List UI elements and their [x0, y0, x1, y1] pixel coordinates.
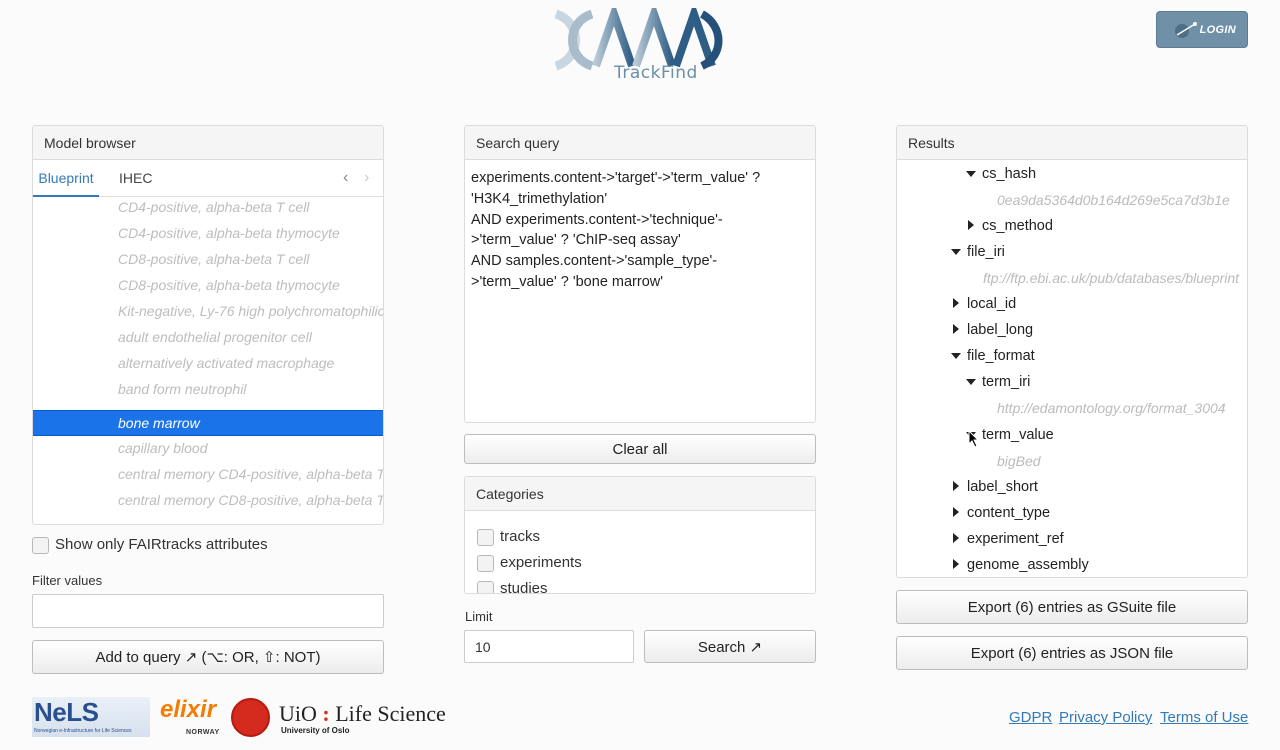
clear-all-button[interactable]: Clear all [464, 434, 816, 464]
tree-value: http://edamontology.org/format_3004 [997, 400, 1226, 416]
chevron-right-icon[interactable]: › [364, 169, 369, 187]
categories-panel: Categories tracks experiments studies [464, 476, 816, 594]
query-line: >'term_value' ? 'ChIP-seq assay' [471, 232, 681, 249]
model-browser-title: Model browser [33, 126, 383, 160]
login-button[interactable]: LOGIN [1156, 11, 1248, 48]
list-item-selected[interactable]: bone marrow [33, 410, 383, 436]
collapse-toggle-icon[interactable] [953, 507, 959, 517]
category-label: studies [500, 580, 548, 594]
list-item[interactable]: Kit-negative, Ly-76 high polychromatophi… [33, 299, 383, 325]
tree-node[interactable]: label_short [967, 479, 1038, 495]
expand-toggle-icon[interactable] [966, 171, 976, 177]
tree-value: bigBed [997, 453, 1041, 469]
results-panel: Results cs_hash 0ea9da5364d0b164d269e5ca… [896, 125, 1248, 578]
model-browser-list: CD4-positive, alpha-beta T cell CD4-posi… [33, 198, 383, 524]
tab-blueprint[interactable]: Blueprint [33, 160, 99, 197]
list-item[interactable]: CD8-positive, alpha-beta thymocyte [33, 273, 383, 299]
uio-logo-subtext: University of Oslo [281, 726, 350, 735]
login-logo-icon [1175, 22, 1197, 38]
list-item[interactable]: alternatively activated macrophage [33, 351, 383, 377]
expand-toggle-icon[interactable] [951, 249, 961, 255]
export-json-button[interactable]: Export (6) entries as JSON file [896, 636, 1248, 670]
categories-title: Categories [465, 477, 815, 511]
list-item[interactable]: central memory CD4-positive, alpha-beta … [33, 462, 383, 488]
collapse-toggle-icon[interactable] [953, 533, 959, 543]
category-checkbox-experiments[interactable] [477, 555, 494, 572]
logo-text: TrackFind [614, 63, 698, 83]
list-item[interactable]: central memory CD8-positive, alpha-beta … [33, 488, 383, 514]
tree-node[interactable]: content_type [967, 505, 1050, 521]
search-query-panel: Search query experiments.content->'targe… [464, 125, 816, 423]
privacy-policy-link[interactable]: Privacy Policy [1059, 709, 1152, 726]
query-line: AND experiments.content->'technique'- [471, 211, 723, 228]
collapse-toggle-icon[interactable] [953, 559, 959, 569]
fair-only-label: Show only FAIRtracks attributes [55, 536, 268, 553]
collapse-toggle-icon[interactable] [953, 481, 959, 491]
filter-values-input[interactable] [32, 594, 384, 628]
login-label: LOGIN [1199, 23, 1236, 36]
tree-node[interactable]: genome_assembly [967, 557, 1089, 573]
category-label: tracks [500, 528, 541, 545]
filter-values-label: Filter values [32, 573, 103, 588]
tree-value: ftp://ftp.ebi.ac.uk/pub/databases/bluepr… [983, 270, 1240, 286]
elixir-logo[interactable]: elixir [160, 696, 216, 724]
list-item[interactable]: CD8-positive, alpha-beta T cell [33, 247, 383, 273]
results-tree: cs_hash 0ea9da5364d0b164d269e5ca7d3b1e c… [897, 161, 1247, 577]
list-item[interactable]: band form neutrophil [33, 377, 383, 403]
tree-node[interactable]: term_value [982, 427, 1054, 443]
list-item[interactable]: CD4-positive, alpha-beta thymocyte [33, 221, 383, 247]
list-item[interactable]: adult endothelial progenitor cell [33, 325, 383, 351]
list-item[interactable]: capillary blood [33, 436, 383, 462]
nels-logo-text: NeLS [34, 697, 99, 727]
uio-logo-separator: : [316, 701, 336, 726]
uio-seal-icon [231, 698, 270, 737]
uio-logo-text: UiO [279, 701, 317, 726]
search-query-textarea[interactable]: experiments.content->'target'->'term_val… [465, 160, 815, 422]
life-science-logo-text: Life Science [335, 701, 446, 726]
nels-logo-subtext: Norwegian e-Infrastructure for Life Scie… [34, 728, 132, 734]
expand-toggle-icon[interactable] [951, 353, 961, 359]
query-line: >'term_value' ? 'bone marrow' [471, 273, 664, 290]
tab-ihec[interactable]: IHEC [119, 160, 152, 197]
limit-label: Limit [465, 609, 493, 624]
limit-input[interactable]: 10 [464, 630, 634, 663]
tree-node[interactable]: term_iri [982, 374, 1030, 390]
gdpr-link[interactable]: GDPR [1009, 709, 1052, 726]
uio-life-science-logo[interactable]: UiO : Life Science [279, 701, 446, 727]
mouse-cursor-icon [968, 430, 980, 448]
tree-node[interactable]: local_id [967, 296, 1016, 312]
expand-toggle-icon[interactable] [966, 379, 976, 385]
search-query-title: Search query [465, 126, 815, 160]
terms-of-use-link[interactable]: Terms of Use [1160, 709, 1248, 726]
collapse-toggle-icon[interactable] [953, 324, 959, 334]
search-query-text: experiments.content->'target'->'term_val… [471, 168, 806, 293]
category-label: experiments [500, 554, 582, 571]
tree-node[interactable]: cs_hash [982, 166, 1036, 182]
tree-node[interactable]: label_long [967, 322, 1033, 338]
tree-node[interactable]: cs_method [982, 218, 1053, 234]
category-checkbox-studies[interactable] [477, 581, 494, 593]
query-line: experiments.content->'target'->'term_val… [471, 170, 761, 186]
list-item[interactable]: CD4-positive, alpha-beta T cell [33, 198, 383, 221]
query-line: AND samples.content->'sample_type'- [471, 253, 718, 270]
collapse-toggle-icon[interactable] [968, 220, 974, 230]
model-browser-panel: Model browser Blueprint IHEC ‹ › CD4-pos… [32, 125, 384, 525]
chevron-left-icon[interactable]: ‹ [343, 169, 348, 187]
fair-only-checkbox[interactable] [32, 537, 49, 554]
tree-node[interactable]: file_format [967, 348, 1035, 364]
export-gsuite-button[interactable]: Export (6) entries as GSuite file [896, 590, 1248, 624]
elixir-logo-subtext: NORWAY [186, 729, 220, 736]
search-button[interactable]: Search ↗ [644, 630, 816, 663]
add-to-query-button[interactable]: Add to query ↗ (⌥: OR, ⇧: NOT) [32, 640, 384, 674]
tree-node[interactable]: file_iri [967, 244, 1005, 260]
model-browser-tabs: Blueprint IHEC ‹ › [33, 160, 383, 197]
tree-value: 0ea9da5364d0b164d269e5ca7d3b1e [997, 192, 1230, 208]
tree-node[interactable]: experiment_ref [967, 531, 1064, 547]
query-line: 'H3K4_trimethylation' [471, 190, 608, 207]
collapse-toggle-icon[interactable] [953, 298, 959, 308]
results-title: Results [897, 126, 1247, 160]
nels-logo[interactable]: NeLS Norwegian e-Infrastructure for Life… [32, 697, 150, 737]
category-checkbox-tracks[interactable] [477, 529, 494, 546]
